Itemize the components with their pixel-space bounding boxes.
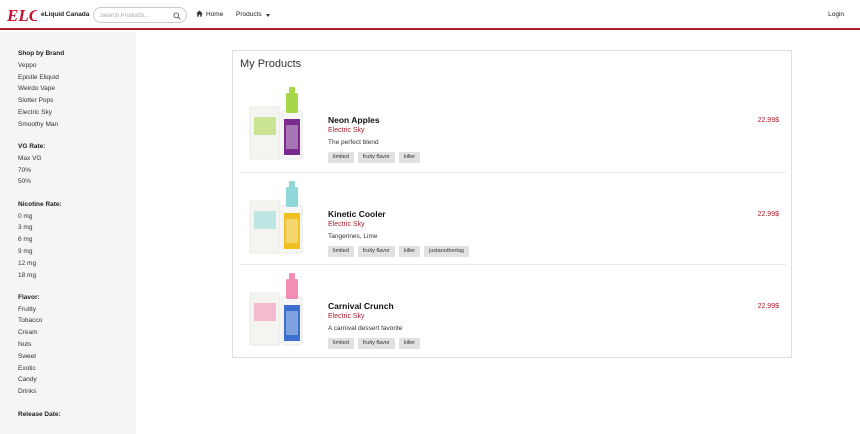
filter-option[interactable]: Epistle Eliquid <box>18 72 136 84</box>
chevron-down-icon <box>265 13 270 17</box>
login-link[interactable]: Login <box>828 11 844 18</box>
product-name[interactable]: Carnival Crunch <box>328 301 394 311</box>
product-price: 22.99$ <box>757 211 779 218</box>
logo[interactable]: ELC <box>6 6 41 25</box>
filter-option[interactable]: Smoothy Man <box>18 119 136 131</box>
nav-products-label: Products <box>236 11 262 18</box>
tag-badge[interactable]: limited <box>328 152 354 163</box>
tag-badge[interactable]: limited <box>328 338 354 349</box>
filter-group: Nicotine Rate: 0 mg 3 mg 6 mg 9 mg 12 mg 18 mg <box>18 199 136 282</box>
nav-home-label: Home <box>206 11 224 18</box>
filter-option[interactable]: Candy <box>18 374 136 386</box>
filter-option[interactable]: Max VG <box>18 153 136 165</box>
filter-option[interactable]: Weirdo Vape <box>18 83 136 95</box>
product-tags: limited fruity flavor killer <box>328 152 421 163</box>
tag-badge[interactable]: fruity flavor <box>357 246 395 257</box>
product-description: The perfect blend <box>328 139 379 146</box>
filter-option[interactable]: Exotic <box>18 363 136 375</box>
tag-badge[interactable]: fruity flavor <box>357 152 395 163</box>
filter-group-title: VG Rate: <box>18 143 46 151</box>
filter-option[interactable]: Cream <box>18 327 136 339</box>
filter-group-title: Nicotine Rate: <box>18 200 62 208</box>
filter-option[interactable]: 6 mg <box>18 234 136 246</box>
product-image[interactable] <box>246 271 320 351</box>
filter-option[interactable]: Electric Sky <box>18 107 136 119</box>
product-price: 22.99$ <box>757 303 779 310</box>
product-brand[interactable]: Electric Sky <box>328 127 365 134</box>
filter-option[interactable]: 70% <box>18 165 136 177</box>
tag-badge[interactable]: killer <box>398 152 421 163</box>
tag-badge[interactable]: limited <box>328 246 354 257</box>
svg-text:ELC: ELC <box>7 6 37 24</box>
product-description: A carnival dessert favorite <box>328 325 403 332</box>
filter-option[interactable]: Nuts <box>18 339 136 351</box>
search-input[interactable] <box>100 11 172 20</box>
filter-group-title: Flavor: <box>18 293 40 301</box>
product-row[interactable]: Carnival Crunch Electric Sky A carnival de… <box>240 264 786 356</box>
search-icon[interactable] <box>173 12 181 20</box>
product-name[interactable]: Neon Apples <box>328 115 380 125</box>
filter-option[interactable]: Drinks <box>18 386 136 398</box>
filter-group: Flavor: Fruitty Tobacco Cream Nuts Sweet Exoti… <box>18 292 136 398</box>
page-title: My Products <box>240 58 302 70</box>
filter-option[interactable]: 12 mg <box>18 258 136 270</box>
filter-option[interactable]: 3 mg <box>18 222 136 234</box>
top-navbar: ELC eLiquid Canada Home Products Login <box>0 0 860 30</box>
filter-group: Shop by Brand Veppo Epistle Eliquid Weirdo … <box>18 48 136 131</box>
filter-option[interactable]: Sweet <box>18 351 136 363</box>
product-price: 22.99$ <box>757 117 779 124</box>
filter-option[interactable]: Tobacco <box>18 315 136 327</box>
product-tags: limited fruity flavor killer <box>328 338 421 349</box>
filter-option[interactable]: 18 mg <box>18 270 136 282</box>
filter-option[interactable]: Veppo <box>18 60 136 72</box>
product-tags: limited fruity flavor killer justanothertag <box>328 246 469 257</box>
search-box[interactable] <box>93 7 187 23</box>
filter-option[interactable]: 9 mg <box>18 246 136 258</box>
product-brand[interactable]: Electric Sky <box>328 313 365 320</box>
filter-option[interactable]: Fruitty <box>18 304 136 316</box>
filter-group: VG Rate: Max VG 70% 50% <box>18 141 136 188</box>
filter-group: Release Date: <box>18 409 136 421</box>
filter-group-title: Shop by Brand <box>18 50 65 57</box>
tag-badge[interactable]: justanothertag <box>424 246 469 257</box>
product-row[interactable]: Kinetic Cooler Electric Sky Tangerines, Li… <box>240 172 786 264</box>
product-image[interactable] <box>246 179 320 259</box>
filter-option[interactable]: Slotter Pops <box>18 95 136 107</box>
filter-option[interactable]: 50% <box>18 176 136 188</box>
filter-option[interactable]: 0 mg <box>18 211 136 223</box>
products-panel: My Products Neon Apples Electric Sky The p… <box>232 50 792 358</box>
tag-badge[interactable]: killer <box>398 338 421 349</box>
home-icon <box>196 10 203 19</box>
product-row[interactable]: Neon Apples Electric Sky The perfect blend… <box>240 79 786 171</box>
filter-group-title: Release Date: <box>18 410 61 418</box>
brand-name[interactable]: eLiquid Canada <box>41 11 89 18</box>
nav-products-dropdown[interactable]: Products <box>236 11 270 18</box>
product-name[interactable]: Kinetic Cooler <box>328 209 386 219</box>
nav-home-link[interactable]: Home <box>196 10 223 19</box>
product-brand[interactable]: Electric Sky <box>328 221 365 228</box>
product-image[interactable] <box>246 85 320 165</box>
tag-badge[interactable]: killer <box>398 246 421 257</box>
tag-badge[interactable]: fruity flavor <box>357 338 395 349</box>
product-description: Tangerines, Lime <box>328 233 378 240</box>
filter-sidebar: Shop by Brand Veppo Epistle Eliquid Weirdo … <box>0 32 136 434</box>
